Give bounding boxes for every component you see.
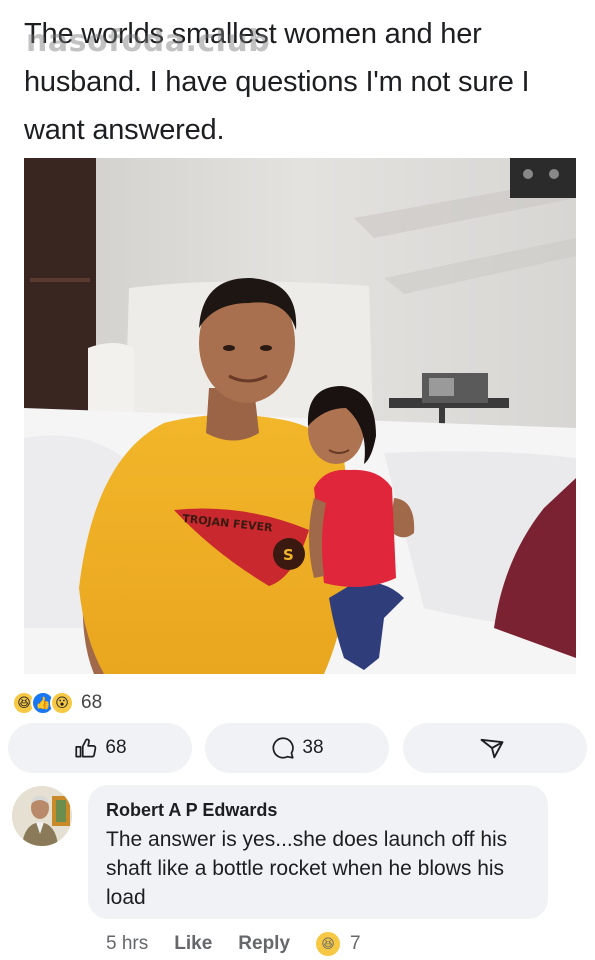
wow-icon: 😮 (50, 691, 74, 715)
shirt-badge-text: S (283, 546, 294, 564)
comment-reaction-count[interactable]: 7 (350, 933, 361, 955)
comment-count: 38 (302, 737, 324, 758)
thumbs-up-icon (75, 738, 97, 758)
watermark: nasofoda.club (26, 24, 271, 59)
comment-bubble: Robert A P Edwards The answer is yes...s… (88, 785, 548, 919)
comment-like-button[interactable]: Like (174, 933, 212, 955)
comment-time[interactable]: 5 hrs (106, 933, 148, 955)
comment-meta: 5 hrs Like Reply 😆 7 (106, 930, 361, 958)
photo-illustration: TROJAN FEVER S (24, 158, 576, 674)
post-photo[interactable]: TROJAN FEVER S (24, 158, 576, 674)
comment-icon (272, 737, 295, 759)
comment-author[interactable]: Robert A P Edwards (106, 798, 530, 822)
comment-reply-button[interactable]: Reply (238, 933, 290, 955)
like-button[interactable]: 68 (8, 723, 192, 773)
avatar[interactable] (12, 786, 72, 846)
haha-icon: 😆 (316, 932, 341, 956)
reactions-summary[interactable]: 😆 👍 😮 68 (12, 690, 102, 716)
share-icon (480, 738, 504, 759)
comment-text: The answer is yes...she does launch off … (106, 828, 508, 909)
avatar-image (12, 786, 72, 846)
like-count: 68 (105, 737, 127, 758)
comment-button[interactable]: 38 (205, 723, 389, 773)
reaction-count: 68 (81, 692, 103, 713)
share-button[interactable] (403, 723, 587, 773)
